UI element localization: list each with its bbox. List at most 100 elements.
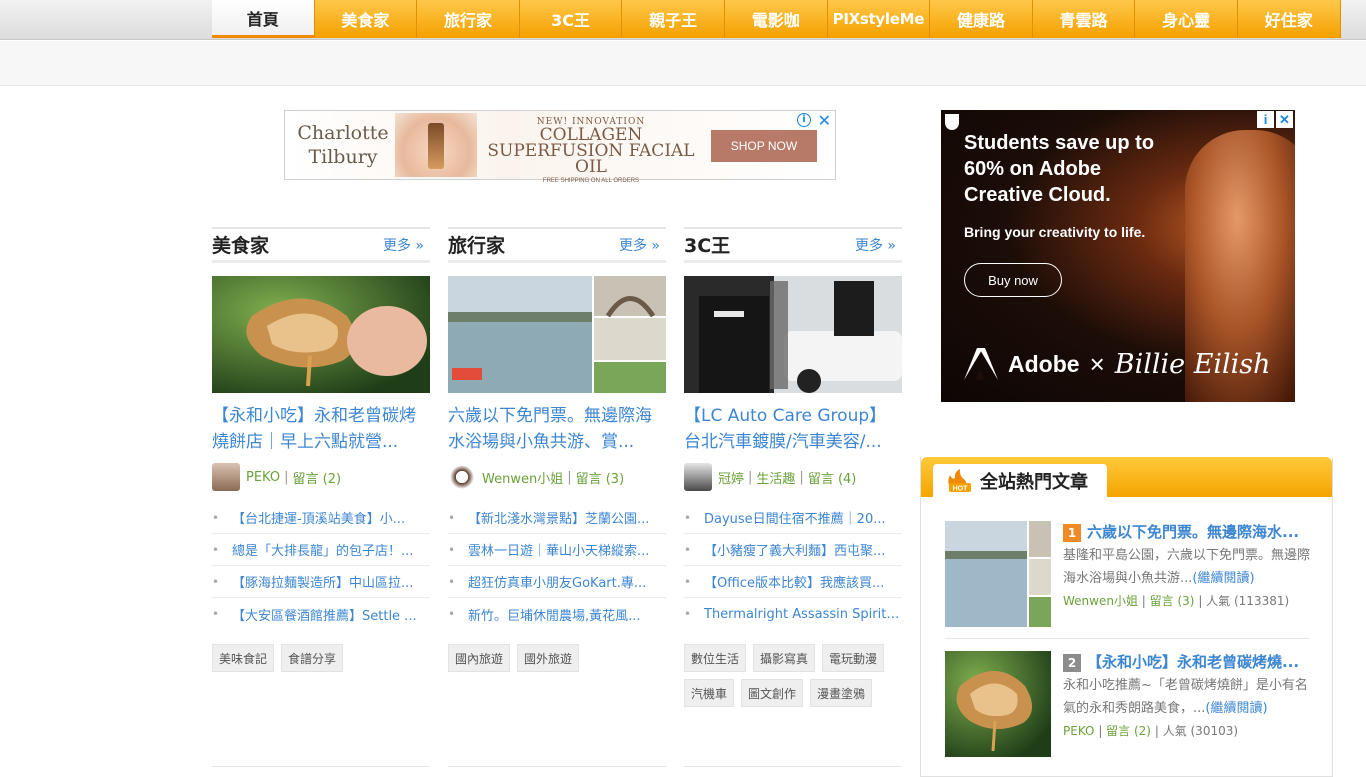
read-more-link[interactable]: (繼續閱讀) [1192, 571, 1254, 586]
ad-headline: Students save up to 60% on Adobe Creativ… [964, 132, 1155, 206]
hot-article-body: 1 六歲以下免門票。無邊際海水... 基隆和平島公園，六歲以下免門票。無邊際海水浴… [1063, 521, 1311, 609]
read-more-link[interactable]: (繼續閱讀) [1205, 701, 1267, 716]
section-header: 旅行家 更多 » [448, 227, 666, 263]
avatar[interactable] [212, 463, 240, 491]
article-thumbnail[interactable] [448, 276, 666, 393]
nav-home-living[interactable]: 好住家 [1237, 0, 1341, 38]
article-headline[interactable]: 【LC Auto Care Group】台北汽車鍍膜/汽車美容/... [684, 403, 902, 455]
rank-badge: 1 [1063, 524, 1081, 542]
article-thumbnail[interactable] [684, 276, 902, 393]
article-thumbnail[interactable] [212, 276, 430, 393]
article-list: • 【新北淺水灣景點】芝蘭公園... • 雲林一日遊｜華山小天梯縱索... • 超狂仿… [448, 502, 666, 630]
hot-articles-panel: HOT 全站熱門文章 1 六歲以下免門票。無邊際海水... 基隆和平島公園，六歲以… [920, 457, 1333, 777]
section-header: 3C王 更多 » [684, 227, 902, 263]
avatar[interactable] [448, 463, 476, 491]
ad-buy-now-button[interactable]: Buy now [964, 263, 1062, 297]
section-3c: 3C王 更多 » 【LC Auto Care Group】台北汽車鍍膜/汽車美容… [684, 227, 902, 707]
tag[interactable]: 汽機車 [684, 679, 735, 707]
list-item[interactable]: • 總是「大排長龍」的包子店！... [212, 534, 430, 566]
tag-list: 美味食記 食譜分享 [212, 644, 430, 672]
rank-badge: 2 [1063, 654, 1081, 672]
tag[interactable]: 圖文創作 [741, 679, 804, 707]
hot-flame-icon: HOT [948, 468, 971, 492]
list-item[interactable]: • 雲林一日遊｜華山小天梯縱索... [448, 534, 666, 566]
hot-panel-header: HOT 全站熱門文章 [921, 457, 1332, 497]
ad-brand: Adobe [1008, 350, 1080, 377]
tag[interactable]: 國外旅遊 [517, 644, 580, 672]
tag[interactable]: 美味食記 [212, 644, 275, 672]
hot-article-thumbnail[interactable] [945, 651, 1051, 757]
info-icon[interactable]: i [1257, 111, 1274, 128]
tag-list: 數位生活 攝影寫真 電玩動漫 汽機車 圖文創作 漫畫塗鴉 [684, 644, 902, 707]
nav-3c[interactable]: 3C王 [519, 0, 623, 38]
list-item[interactable]: • 【小豬瘦了義大利麵】西屯聚... [684, 534, 902, 566]
nav-pixstyleme[interactable]: PIXstyleMe [827, 0, 931, 38]
list-item[interactable]: • Dayuse日間住宿不推薦｜20... [684, 502, 902, 534]
hot-panel-tab[interactable]: HOT 全站熱門文章 [933, 464, 1107, 497]
section-title: 3C王 [684, 235, 731, 257]
author-link[interactable]: Wenwen小姐 [482, 468, 563, 487]
list-item[interactable]: • 【大安區餐酒館推薦】Settle ... [212, 598, 430, 630]
comments-link[interactable]: 留言 (2) [1106, 724, 1151, 738]
article-headline[interactable]: 【永和小吃】永和老曾碳烤燒餅店｜早上六點就營... [212, 403, 430, 455]
author-link[interactable]: PEKO [1063, 724, 1094, 738]
article-meta: PEKO | 留言 (2) [212, 463, 430, 491]
tag[interactable]: 攝影寫真 [753, 644, 816, 672]
hot-article-thumbnail[interactable] [945, 521, 1051, 627]
nav-mind[interactable]: 身心靈 [1135, 0, 1238, 38]
info-icon[interactable]: i [797, 113, 811, 127]
author-link[interactable]: PEKO [246, 470, 280, 485]
divider [448, 766, 666, 767]
tag-list: 國內旅遊 國外旅遊 [448, 644, 666, 672]
hot-article-excerpt: 永和小吃推薦~「老曾碳烤燒餅」是小有名氣的永和秀朗路美食，...(繼續閱讀) [1063, 678, 1308, 716]
hot-article-title[interactable]: 1 六歲以下免門票。無邊際海水... [1063, 521, 1311, 543]
nav-movie[interactable]: 電影咖 [724, 0, 828, 38]
tag[interactable]: 電玩動漫 [822, 644, 885, 672]
ad-shop-now-button[interactable]: SHOP NOW [711, 130, 817, 162]
list-item[interactable]: • 【台北捷運-頂溪站美食】小... [212, 502, 430, 534]
banner-ad[interactable]: Charlotte Tilbury NEW! INNOVATION COLLAG… [284, 110, 836, 184]
close-icon[interactable]: ✕ [818, 111, 831, 130]
ad-subline: Bring your creativity to life. [964, 224, 1146, 240]
close-icon[interactable]: ✕ [1276, 111, 1293, 128]
tag[interactable]: 食譜分享 [281, 644, 344, 672]
comments-link[interactable]: 留言 (2) [293, 468, 342, 487]
article-list: • 【台北捷運-頂溪站美食】小... • 總是「大排長龍」的包子店！... • 【豚海… [212, 502, 430, 630]
comments-link[interactable]: 留言 (3) [1150, 594, 1195, 608]
nav-health[interactable]: 健康路 [930, 0, 1033, 38]
list-item[interactable]: • 【新北淺水灣景點】芝蘭公園... [448, 502, 666, 534]
adobe-logo-icon [964, 348, 998, 380]
sidebar-ad[interactable]: i ✕ Students save up to 60% on Adobe Cre… [941, 110, 1295, 402]
comments-link[interactable]: 留言 (3) [576, 468, 625, 487]
channel-nav: 首頁 美食家 旅行家 3C王 親子王 電影咖 PIXstyleMe 健康路 青雲… [212, 0, 1341, 38]
nav-parenting[interactable]: 親子王 [622, 0, 725, 38]
nav-travel[interactable]: 旅行家 [417, 0, 520, 38]
nav-home[interactable]: 首頁 [212, 0, 315, 38]
ad-times: × [1089, 348, 1105, 379]
author-link[interactable]: Wenwen小姐 [1063, 594, 1138, 608]
list-item[interactable]: • Thermalright Assassin Spirit ... [684, 598, 902, 630]
more-link[interactable]: 更多 » [383, 235, 424, 255]
article-headline[interactable]: 六歲以下免門票。無邊際海水浴場與小魚共游、賞... [448, 403, 666, 455]
nav-food[interactable]: 美食家 [314, 0, 418, 38]
article-meta: 冠婷 | 生活趣 | 留言 (4) [684, 463, 902, 491]
list-item[interactable]: • 超狂仿真車小朋友GoKart.專... [448, 566, 666, 598]
tag[interactable]: 數位生活 [684, 644, 747, 672]
more-link[interactable]: 更多 » [855, 235, 896, 255]
list-item[interactable]: • 【Office版本比較】我應該買... [684, 566, 902, 598]
hot-article-title[interactable]: 2 【永和小吃】永和老曾碳烤燒... [1063, 651, 1311, 673]
author-link[interactable]: 冠婷 [718, 468, 744, 487]
nav-career[interactable]: 青雲路 [1032, 0, 1136, 38]
category-link[interactable]: 生活趣 [756, 468, 795, 487]
comments-link[interactable]: 留言 (4) [808, 468, 857, 487]
ad-artist: Billie Eilish [1114, 348, 1271, 380]
avatar[interactable] [684, 463, 712, 491]
list-item[interactable]: • 【豚海拉麵製造所】中山區拉... [212, 566, 430, 598]
views-count: 人氣 (113381) [1206, 594, 1290, 608]
list-item[interactable]: • 新竹。巨埔休閒農場,黃花風... [448, 598, 666, 630]
tag[interactable]: 國內旅遊 [448, 644, 511, 672]
ad-brand-logo: Charlotte Tilbury [297, 122, 389, 168]
tag[interactable]: 漫畫塗鴉 [810, 679, 873, 707]
svg-text:HOT: HOT [953, 485, 969, 492]
more-link[interactable]: 更多 » [619, 235, 660, 255]
